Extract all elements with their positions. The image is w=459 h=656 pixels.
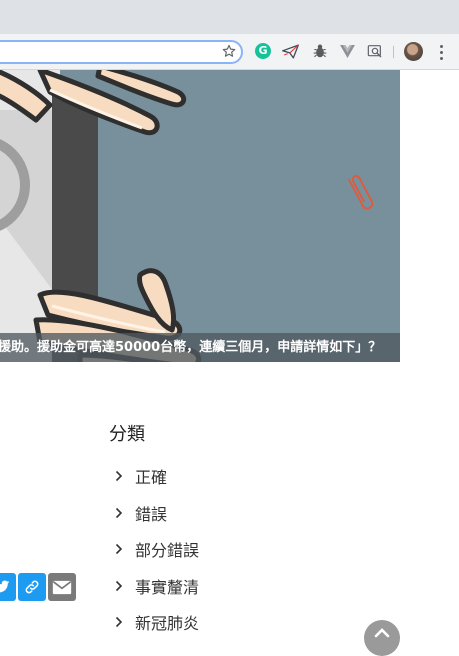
back-to-top-button[interactable] <box>364 620 400 656</box>
category-label: 正確 <box>135 468 168 488</box>
vue-devtools-icon[interactable] <box>338 42 356 60</box>
bug-icon[interactable] <box>311 42 329 60</box>
category-link-correct[interactable]: 正確 <box>109 458 199 495</box>
grammarly-icon[interactable]: G <box>254 42 272 60</box>
category-label: 新冠肺炎 <box>135 614 200 634</box>
hands-illustration <box>0 70 374 362</box>
share-twitter-button[interactable] <box>0 573 16 601</box>
address-bar[interactable] <box>0 40 243 64</box>
category-link-covid19[interactable]: 新冠肺炎 <box>109 604 199 641</box>
browser-menu-icon[interactable] <box>434 43 448 61</box>
hero-image: 援助。援助金可高達50000台幣，連續三個月，申請詳情如下」？ <box>0 70 400 362</box>
chevron-right-icon <box>109 616 135 628</box>
category-link-incorrect[interactable]: 錯誤 <box>109 495 199 532</box>
hero-caption-text: 援助。援助金可高達50000台幣，連續三個月，申請詳情如下」？ <box>0 340 382 355</box>
paper-plane-icon[interactable] <box>281 42 299 60</box>
toolbar-divider <box>393 46 394 58</box>
mail-icon <box>52 580 72 594</box>
chevron-right-icon <box>109 507 135 519</box>
categories-list: 正確 錯誤 部分錯誤 事實釐清 新冠肺炎 <box>109 458 199 641</box>
browser-toolbar: G <box>0 34 459 94</box>
category-label: 部分錯誤 <box>135 541 200 561</box>
paperclip-icon <box>348 175 374 210</box>
share-mail-button[interactable] <box>48 573 76 601</box>
chevron-right-icon <box>109 580 135 592</box>
chevron-up-icon <box>374 628 390 638</box>
category-link-clarification[interactable]: 事實釐清 <box>109 568 199 605</box>
bookmark-star-icon[interactable] <box>220 42 238 60</box>
twitter-icon <box>0 580 10 593</box>
chevron-right-icon <box>109 470 135 482</box>
screenshot-lens-icon[interactable] <box>366 42 384 60</box>
profile-avatar[interactable] <box>404 42 423 61</box>
tab-strip <box>0 0 459 34</box>
chevron-right-icon <box>109 543 135 555</box>
share-link-button[interactable] <box>18 573 46 601</box>
category-label: 事實釐清 <box>135 577 200 597</box>
category-link-partially-incorrect[interactable]: 部分錯誤 <box>109 531 199 568</box>
category-label: 錯誤 <box>135 504 168 524</box>
categories-title: 分類 <box>109 424 145 445</box>
hero-caption: 援助。援助金可高達50000台幣，連續三個月，申請詳情如下」？ <box>0 333 400 362</box>
link-icon <box>25 580 39 594</box>
